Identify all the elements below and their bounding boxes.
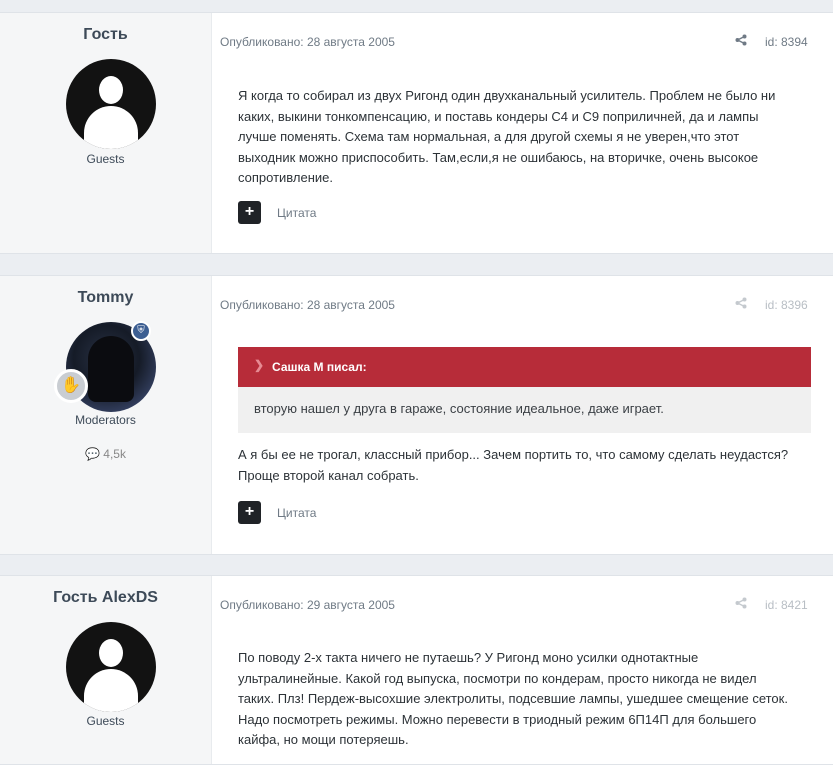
hand-badge-icon: ✋	[54, 369, 88, 403]
post-line: Проще второй канал собрать.	[238, 467, 419, 483]
quote-text: вторую нашел у друга в гараже, состояние…	[254, 401, 664, 416]
post-date: Опубликовано: 28 августа 2005	[220, 298, 395, 312]
post-id[interactable]: id: 8421	[765, 598, 808, 612]
author-panel: Tommy ⛨ ✋ Moderators 💬 4,5k	[0, 276, 212, 554]
post-line: сопротивление.	[238, 170, 334, 185]
post-date: Опубликовано: 29 августа 2005	[220, 598, 395, 612]
post: Гость AlexDS Guests Опубликовано: 29 авг…	[0, 575, 833, 765]
post-line: выходник можно приспособить. Там,если,я …	[238, 149, 759, 165]
post: Tommy ⛨ ✋ Moderators 💬 4,5k Опубликовано…	[0, 275, 833, 555]
comment-icon: 💬	[85, 447, 100, 461]
author-panel: Гость Guests	[0, 13, 212, 253]
shield-icon: ⛨	[131, 321, 151, 341]
post-content: А я бы ее не трогал, классный прибор... …	[238, 445, 813, 486]
author-group: Guests	[86, 714, 125, 728]
author-panel: Гость AlexDS Guests	[0, 576, 212, 764]
post-content: По поводу 2-х такта ничего не путаешь? У…	[238, 648, 813, 751]
share-icon[interactable]	[735, 597, 747, 612]
post-line: таких. Плз! Пердеж-высохшие электролиты,…	[238, 691, 788, 706]
share-icon[interactable]	[735, 34, 747, 49]
author-group: Guests	[86, 152, 125, 166]
default-avatar-body	[84, 106, 138, 149]
share-icon[interactable]	[735, 297, 747, 312]
chevron-down-icon[interactable]: ❯	[254, 358, 264, 372]
post-line: каких, выкини тонкомпенсацию, и поставь …	[238, 108, 759, 124]
author-group: Moderators	[75, 413, 136, 427]
avatar[interactable]	[66, 59, 156, 149]
quote-author: Сашка М писал:	[272, 360, 367, 374]
author-name[interactable]: Гость AlexDS	[0, 589, 211, 607]
default-avatar-head	[99, 639, 123, 667]
post-line: ультралинейные. Какой год выпуска, посмо…	[238, 670, 757, 686]
hooded-figure	[88, 336, 134, 402]
quote-block: ❯ Сашка М писал: вторую нашел у друга в …	[238, 347, 811, 433]
post-content: Я когда то собирал из двух Ригонд один д…	[238, 86, 813, 189]
quote-button[interactable]: Цитата	[277, 506, 316, 520]
post-line: Я когда то собирал из двух Ригонд один д…	[238, 88, 776, 103]
default-avatar-head	[99, 76, 123, 104]
reputation-count: 4,5k	[103, 447, 126, 461]
post-line: По поводу 2-х такта ничего не путаешь? У…	[238, 650, 699, 665]
quote-button[interactable]: Цитата	[277, 206, 316, 220]
reputation: 💬 4,5k	[0, 447, 211, 461]
plus-icon[interactable]: +	[238, 501, 261, 524]
author-name[interactable]: Гость	[0, 26, 211, 44]
avatar[interactable]	[66, 622, 156, 712]
author-name[interactable]: Tommy	[0, 289, 211, 307]
post-id[interactable]: id: 8396	[765, 298, 808, 312]
default-avatar-body	[84, 669, 138, 712]
post-id[interactable]: id: 8394	[765, 35, 808, 49]
quote-header[interactable]: ❯ Сашка М писал:	[238, 347, 811, 387]
post-date: Опубликовано: 28 августа 2005	[220, 35, 395, 49]
post-line: А я бы ее не трогал, классный прибор... …	[238, 447, 789, 462]
plus-icon[interactable]: +	[238, 201, 261, 224]
post-line: Надо посмотреть режимы. Можно перевести …	[238, 711, 757, 727]
post-line: кайфа, но мощи потеряешь.	[238, 732, 409, 747]
post: Гость Guests Опубликовано: 28 августа 20…	[0, 12, 833, 254]
post-line: лучше поменять. Схема там нормальная, а …	[238, 129, 740, 144]
